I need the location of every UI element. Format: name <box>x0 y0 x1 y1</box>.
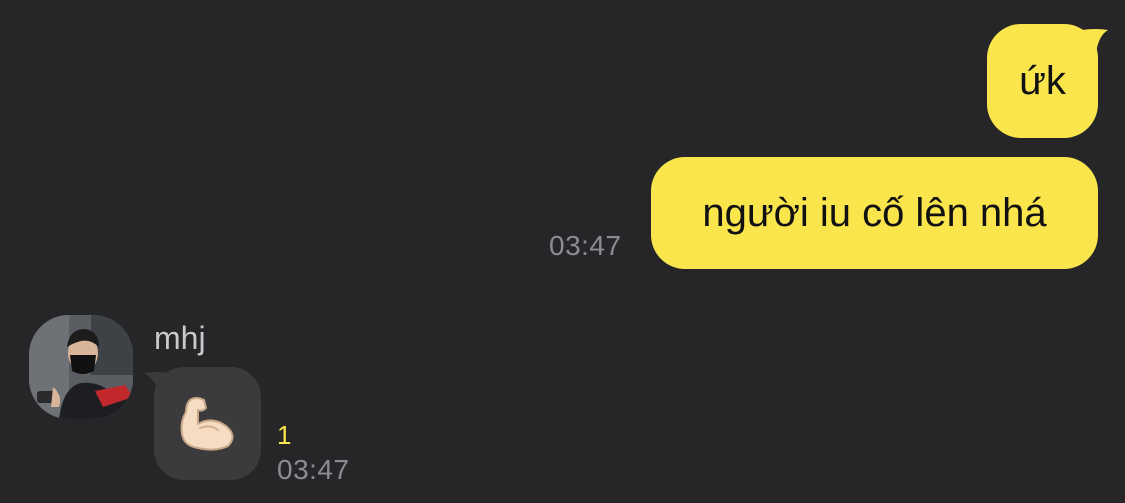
unread-count: 1 <box>277 420 292 450</box>
message-timestamp: 03:47 <box>549 230 622 261</box>
flexed-biceps-icon <box>180 396 233 451</box>
outgoing-message-bubble[interactable]: ứk <box>987 24 1098 138</box>
message-text: ứk <box>1019 58 1066 103</box>
avatar-photo <box>29 315 133 419</box>
avatar[interactable] <box>29 315 133 419</box>
message-text: người iu cố lên nhá <box>702 190 1047 235</box>
message-timestamp: 03:47 <box>277 454 350 485</box>
incoming-sticker-bubble[interactable] <box>154 367 261 480</box>
sender-name: mhj <box>154 320 206 356</box>
outgoing-message-bubble[interactable]: người iu cố lên nhá <box>651 157 1098 269</box>
